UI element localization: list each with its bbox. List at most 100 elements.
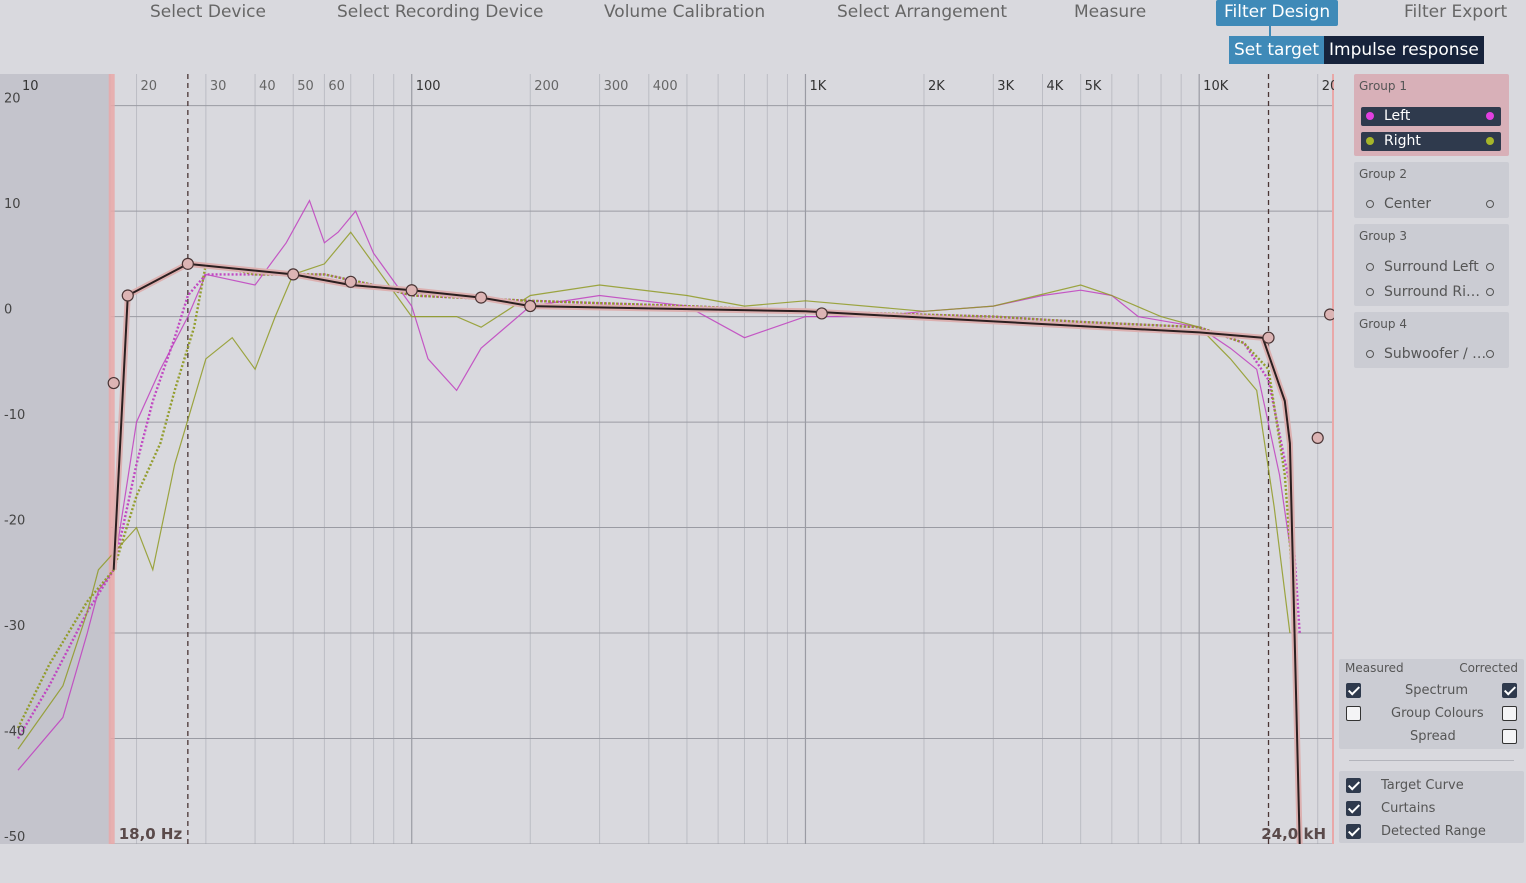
group-title: Group 1	[1359, 79, 1407, 93]
target-control-point	[405, 284, 418, 297]
channel-label: Surround Right	[1384, 284, 1488, 300]
channel-label: Right	[1384, 133, 1421, 149]
group-title: Group 4	[1359, 317, 1407, 331]
channel-color-icon	[1366, 288, 1374, 296]
y-tick-label: -20	[4, 514, 25, 529]
channel-color-icon	[1366, 263, 1374, 271]
curtains-checkbox[interactable]	[1346, 801, 1361, 816]
display-options-panel: Measured Corrected Spectrum Group Colour…	[1339, 659, 1524, 749]
x-tick-label: 10	[22, 79, 39, 94]
channel-label: Surround Left	[1384, 259, 1479, 275]
channel-color-icon	[1486, 112, 1494, 120]
x-tick-label: 100	[416, 79, 441, 94]
channel-color-icon	[1486, 200, 1494, 208]
x-tick-label: 20	[141, 79, 158, 94]
channel-color-icon	[1486, 137, 1494, 145]
high-curtain-label: 24,0 kH	[1261, 825, 1326, 843]
channel-center[interactable]: Center	[1361, 195, 1501, 214]
x-tick-label: 50	[297, 79, 314, 94]
channel-color-icon	[1366, 112, 1374, 120]
nav-select-recording-device[interactable]: Select Recording Device	[337, 0, 543, 26]
target-control-point	[107, 376, 120, 390]
nav-select-arrangement[interactable]: Select Arrangement	[837, 0, 1007, 26]
target-control-point	[287, 268, 300, 281]
x-tick-label: 2K	[928, 79, 945, 94]
x-tick-label: 10K	[1203, 79, 1229, 94]
channel-label: Center	[1384, 196, 1432, 212]
target-control-point	[1262, 331, 1275, 344]
x-tick-label: 1K	[809, 79, 826, 94]
y-tick-label: -30	[4, 619, 25, 634]
group-colours-corrected-checkbox[interactable]	[1502, 706, 1517, 721]
channel-color-icon	[1486, 350, 1494, 358]
group-4[interactable]: Group 4 Subwoofer / …	[1354, 312, 1509, 368]
channel-label: Left	[1384, 108, 1411, 124]
channel-right[interactable]: Right	[1361, 132, 1501, 151]
detected-range-checkbox[interactable]	[1346, 824, 1361, 839]
channel-color-icon	[1366, 350, 1374, 358]
nav-filter-design[interactable]: Filter Design	[1216, 0, 1339, 26]
target-curve-checkbox[interactable]	[1346, 778, 1361, 793]
detected-range-label: Detected Range	[1381, 824, 1486, 839]
target-control-point	[1323, 308, 1334, 321]
curve-options-panel: Target Curve Curtains Detected Range	[1339, 771, 1524, 843]
x-tick-label: 400	[653, 79, 678, 94]
y-tick-label: 10	[4, 197, 21, 212]
nav-volume-calibration[interactable]: Volume Calibration	[604, 0, 765, 26]
group-2[interactable]: Group 2 Center	[1354, 162, 1509, 218]
spectrum-measured-checkbox[interactable]	[1346, 683, 1361, 698]
group-colours-label: Group Colours	[1391, 706, 1484, 721]
spread-corrected-checkbox[interactable]	[1502, 729, 1517, 744]
group-1[interactable]: Group 1 Left Right	[1354, 74, 1509, 156]
low-curtain-label: 18,0 Hz	[119, 825, 183, 843]
x-tick-label: 20K	[1322, 79, 1334, 94]
plot-background	[0, 74, 1334, 844]
group-title: Group 3	[1359, 229, 1407, 243]
y-tick-label: -40	[4, 725, 25, 740]
x-tick-label: 300	[604, 79, 629, 94]
channel-label: Subwoofer / …	[1384, 346, 1487, 362]
channel-subwoofer[interactable]: Subwoofer / …	[1361, 345, 1501, 364]
nav-select-device[interactable]: Select Device	[150, 0, 266, 26]
target-control-point	[1311, 431, 1324, 445]
group-title: Group 2	[1359, 167, 1407, 181]
low-curtain-handle	[108, 74, 115, 844]
y-tick-label: 0	[4, 303, 12, 318]
target-control-point	[815, 307, 828, 320]
main-navigation: Select Device Select Recording Device Vo…	[0, 0, 1526, 30]
y-tick-label: -50	[4, 830, 25, 844]
corrected-header: Corrected	[1459, 661, 1518, 675]
spread-label: Spread	[1410, 729, 1456, 744]
measured-header: Measured	[1345, 661, 1404, 675]
channel-color-icon	[1486, 288, 1494, 296]
target-control-point	[181, 257, 194, 270]
channel-surround-left[interactable]: Surround Left	[1361, 258, 1501, 277]
tab-set-target[interactable]: Set target	[1229, 36, 1325, 64]
group-colours-measured-checkbox[interactable]	[1346, 706, 1361, 721]
tab-impulse-response[interactable]: Impulse response	[1324, 36, 1484, 64]
channel-color-icon	[1366, 137, 1374, 145]
target-control-point	[524, 299, 537, 313]
channel-left[interactable]: Left	[1361, 107, 1501, 126]
spectrum-label: Spectrum	[1405, 683, 1468, 698]
frequency-response-chart[interactable]: 1020304050601002003004001K2K3K4K5K10K20K…	[0, 74, 1334, 844]
channel-color-icon	[1366, 200, 1374, 208]
nav-filter-export[interactable]: Filter Export	[1404, 0, 1507, 26]
group-3[interactable]: Group 3 Surround Left Surround Right	[1354, 224, 1509, 306]
nav-measure[interactable]: Measure	[1074, 0, 1146, 26]
curtains-label: Curtains	[1381, 801, 1436, 816]
x-tick-label: 30	[210, 79, 227, 94]
spectrum-corrected-checkbox[interactable]	[1502, 683, 1517, 698]
target-curve-label: Target Curve	[1381, 778, 1464, 793]
x-tick-label: 60	[328, 79, 345, 94]
filter-design-subtabs: Set target Impulse response	[1229, 36, 1484, 64]
x-tick-label: 3K	[997, 79, 1014, 94]
x-tick-label: 4K	[1047, 79, 1064, 94]
y-tick-label: -10	[4, 408, 25, 423]
panel-divider	[1349, 760, 1514, 761]
target-control-point	[344, 275, 357, 288]
x-tick-label: 40	[259, 79, 276, 94]
channel-color-icon	[1486, 263, 1494, 271]
y-tick-label: 20	[4, 92, 21, 107]
channel-surround-right[interactable]: Surround Right	[1361, 283, 1501, 302]
